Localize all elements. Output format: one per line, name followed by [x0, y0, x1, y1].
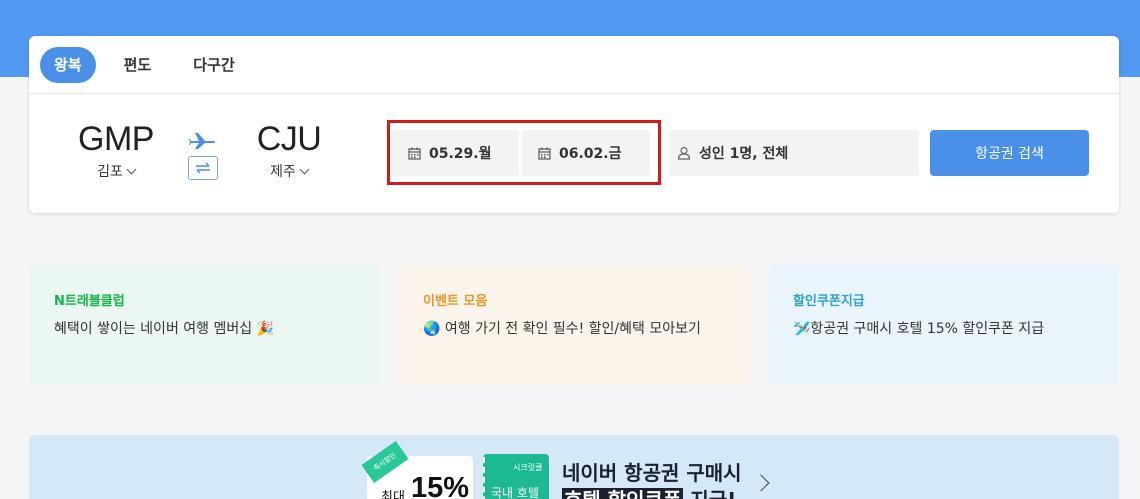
- flight-search-button[interactable]: 항공권 검색: [930, 130, 1089, 176]
- swap-airports-button[interactable]: [188, 156, 218, 180]
- banner-highlight: 호텔 할인쿠폰: [562, 488, 684, 499]
- departure-airport[interactable]: GMP 김포: [56, 120, 176, 181]
- person-icon: [677, 146, 691, 160]
- promo-text: 🌏 여행 가기 전 확인 필수! 할인/혜택 모아보기: [423, 321, 701, 337]
- promo-card-coupon[interactable]: 할인쿠폰지급 🛩️항공권 구매시 호텔 15% 할인쿠폰 지급: [768, 264, 1119, 385]
- arrival-code: CJU: [256, 120, 322, 158]
- arrival-airport[interactable]: CJU 제주: [229, 120, 349, 181]
- max-label: 최대: [381, 490, 405, 499]
- date-highlight-box: [387, 120, 661, 185]
- promo-title: 이벤트 모음: [423, 294, 488, 309]
- promo-title: 할인쿠폰지급: [793, 294, 865, 309]
- passenger-selector[interactable]: 성인 1명, 전체: [669, 130, 919, 176]
- flight-search-card: 왕복 편도 다구간 GMP 김포 CJU 제주 05.29.월 06.02.금 …: [29, 36, 1119, 213]
- promo-card-events[interactable]: 이벤트 모음 🌏 여행 가기 전 확인 필수! 할인/혜택 모아보기: [398, 264, 749, 385]
- discount-percent: 15%: [411, 472, 470, 499]
- swap-icon: [196, 162, 210, 174]
- chevron-down-icon: [299, 164, 310, 175]
- banner-subline: 호텔 할인쿠폰 지급!: [562, 484, 736, 499]
- promo-title: N트래블클럽: [54, 294, 125, 309]
- promo-text: 혜택이 쌓이는 네이버 여행 멤버십 🎉: [54, 321, 275, 337]
- ticket-label: 국내 호텔: [491, 486, 539, 499]
- chevron-right-icon[interactable]: [752, 474, 770, 492]
- route-row: GMP 김포 CJU 제주 05.29.월 06.02.금 성인 1명, 전체 …: [29, 94, 1119, 213]
- arrival-city-selector[interactable]: 제주: [229, 161, 349, 181]
- ticket-small-label: 시크릿쿨: [513, 463, 543, 472]
- promo-text: 🛩️항공권 구매시 호텔 15% 할인쿠폰 지급: [793, 321, 1045, 337]
- tab-one-way[interactable]: 편도: [110, 47, 166, 83]
- airplane-icon: [189, 133, 216, 149]
- departure-city-selector[interactable]: 김포: [56, 161, 176, 181]
- chevron-down-icon: [126, 164, 137, 175]
- departure-code: GMP: [78, 120, 154, 158]
- arrival-city: 제주: [270, 164, 296, 180]
- tab-multi-city[interactable]: 다구간: [179, 47, 248, 83]
- hotel-coupon-banner[interactable]: 최대 15% 즉시할인 시크릿쿨 국내 호텔 네이버 항공권 구매시 호텔 할인…: [29, 435, 1119, 499]
- hotel-ticket: 시크릿쿨 국내 호텔: [483, 454, 549, 499]
- promo-card-ntravel[interactable]: N트래블클럽 혜택이 쌓이는 네이버 여행 멤버십 🎉: [29, 264, 380, 385]
- banner-headline: 네이버 항공권 구매시: [562, 461, 742, 485]
- banner-subline-rest: 지급!: [683, 488, 736, 499]
- departure-city: 김포: [97, 164, 123, 180]
- passenger-summary: 성인 1명, 전체: [699, 146, 789, 162]
- trip-type-tabs: 왕복 편도 다구간: [29, 36, 1119, 94]
- tab-round-trip[interactable]: 왕복: [40, 46, 96, 83]
